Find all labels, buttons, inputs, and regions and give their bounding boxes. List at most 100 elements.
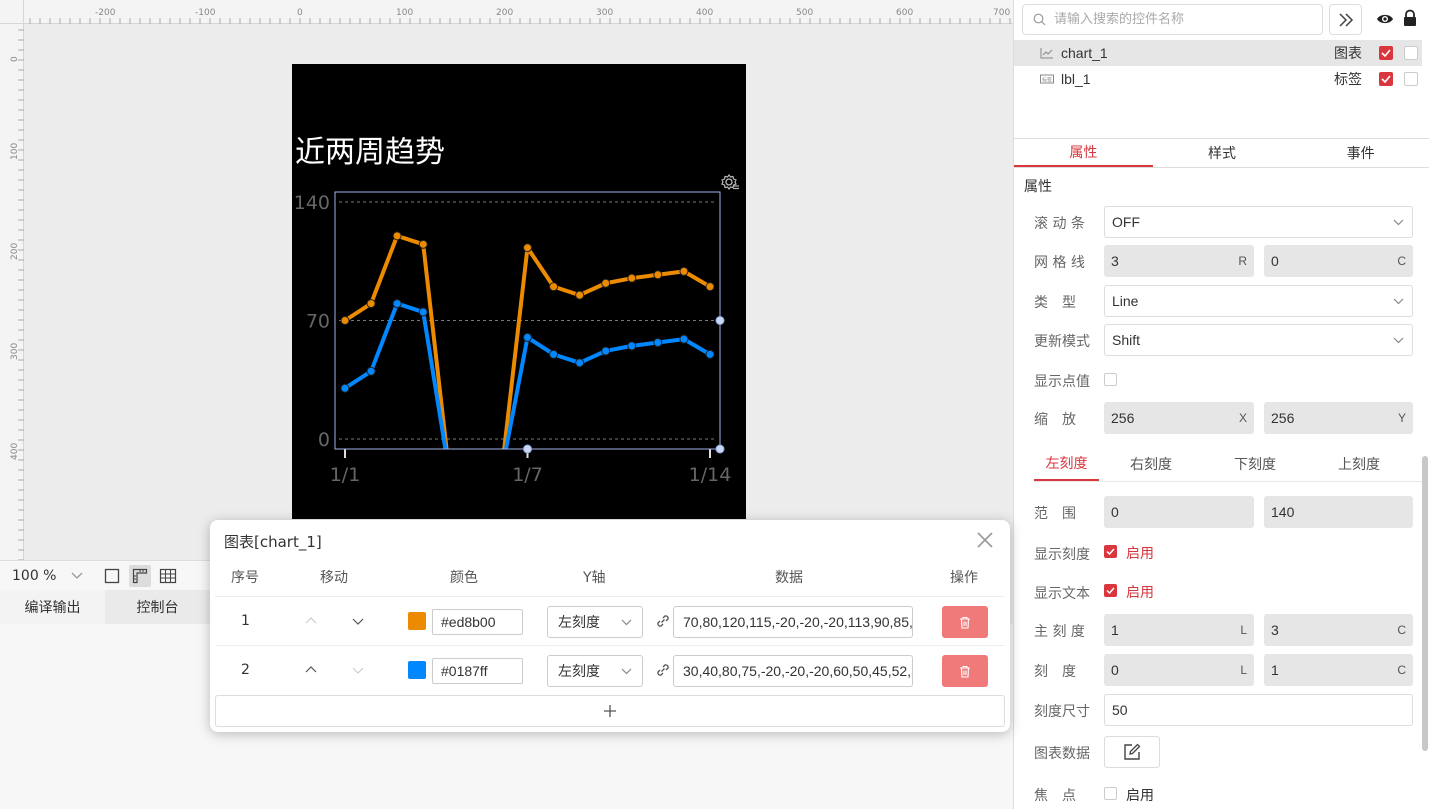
update-mode-select[interactable]: Shift — [1104, 324, 1413, 356]
prop-label: 显示刻度 — [1034, 547, 1090, 563]
series-data-input[interactable]: 70,80,120,115,-20,-20,-20,113,90,85,92,9… — [673, 606, 913, 638]
prop-label: 焦 点 — [1034, 788, 1076, 804]
resize-handle[interactable] — [715, 316, 725, 325]
tab-styles[interactable]: 样式 — [1153, 139, 1292, 167]
type-select[interactable]: Line — [1104, 285, 1413, 317]
delete-row-button[interactable] — [942, 655, 988, 687]
gear-icon[interactable] — [720, 172, 740, 192]
chevron-down-icon — [1393, 219, 1404, 225]
input-value: 1 — [1111, 622, 1119, 638]
prop-row-show-text: 显示文本 启用 — [1014, 576, 1424, 608]
chevron-down-icon[interactable] — [352, 615, 364, 627]
range-min-input[interactable]: 0 — [1104, 496, 1254, 528]
focus-checkbox[interactable] — [1104, 787, 1117, 800]
lock-icon[interactable] — [1402, 9, 1418, 27]
frame-toggle-button[interactable] — [101, 565, 123, 587]
data-point — [601, 346, 611, 356]
grid-icon — [159, 568, 177, 583]
input-suffix: R — [1238, 254, 1247, 268]
layer-type: 图表 — [1334, 46, 1362, 62]
color-swatch[interactable] — [408, 661, 426, 679]
show-values-checkbox[interactable] — [1104, 373, 1117, 386]
scrollbar[interactable] — [1422, 456, 1428, 751]
close-icon[interactable] — [974, 529, 996, 551]
show-ticks-checkbox[interactable] — [1104, 545, 1117, 558]
divider — [1034, 481, 1422, 482]
tab-left-scale[interactable]: 左刻度 — [1034, 447, 1099, 481]
eye-icon[interactable] — [1376, 10, 1394, 28]
expand-button[interactable] — [1329, 4, 1362, 35]
data-point — [392, 299, 402, 309]
color-swatch[interactable] — [408, 612, 426, 630]
chevron-up-icon[interactable] — [305, 615, 317, 627]
y-axis-select[interactable]: 左刻度 — [547, 606, 643, 638]
y-axis-select[interactable]: 左刻度 — [547, 655, 643, 687]
tab-console[interactable]: 控制台 — [105, 590, 210, 624]
tab-events[interactable]: 事件 — [1291, 139, 1429, 167]
edit-icon — [1124, 743, 1141, 760]
column-header: Y轴 — [583, 570, 606, 586]
layer-row-lbl-1[interactable]: 标签 lbl_1 标签 — [1014, 66, 1422, 92]
scrollbar-select[interactable]: OFF — [1104, 206, 1413, 238]
ruler-label: 0 — [297, 8, 303, 18]
grid-rows-input[interactable]: 3 R — [1104, 245, 1254, 277]
resize-handle[interactable] — [523, 444, 532, 454]
tab-top-scale[interactable]: 上刻度 — [1307, 447, 1411, 481]
layer-row-chart-1[interactable]: chart_1 图表 — [1014, 40, 1422, 66]
lock-checkbox[interactable] — [1404, 72, 1418, 86]
link-icon[interactable] — [655, 662, 671, 678]
tick-size-input[interactable]: 50 — [1104, 694, 1413, 726]
lock-checkbox[interactable] — [1404, 46, 1418, 60]
color-input[interactable]: #ed8b00 — [432, 609, 523, 635]
visible-checkbox[interactable] — [1379, 46, 1393, 60]
data-point — [340, 383, 350, 393]
enable-text: 启用 — [1126, 585, 1154, 601]
chevron-up-icon[interactable] — [305, 664, 317, 676]
chevron-down-icon — [1393, 298, 1404, 304]
ruler-label: 400 — [696, 8, 714, 18]
tab-compile-output[interactable]: 编译输出 — [0, 590, 105, 624]
grid-toggle-button[interactable] — [157, 565, 179, 587]
data-point — [627, 273, 637, 283]
row-index: 1 — [241, 613, 250, 629]
input-value: 0 — [1111, 662, 1119, 678]
tab-bottom-scale[interactable]: 下刻度 — [1203, 447, 1307, 481]
grid-cols-input[interactable]: 0 C — [1264, 245, 1413, 277]
search-input[interactable] — [1054, 12, 1304, 27]
delete-row-button[interactable] — [942, 606, 988, 638]
y-tick-label: 0 — [318, 429, 330, 451]
series-data-input[interactable]: 30,40,80,75,-20,-20,-20,60,50,45,52,55,5… — [673, 655, 913, 687]
minor-length-input[interactable]: 0 L — [1104, 654, 1254, 686]
minor-count-input[interactable]: 1 C — [1264, 654, 1413, 686]
y-tick-label: 70 — [306, 311, 330, 333]
check-icon — [1381, 49, 1391, 57]
device-screen[interactable]: 近两周趋势 140 70 0 1/1 1/7 1/14 — [292, 64, 746, 519]
visible-checkbox[interactable] — [1379, 72, 1393, 86]
layer-search[interactable] — [1022, 4, 1323, 35]
resize-handle[interactable] — [715, 444, 725, 454]
property-tabs: 属性 样式 事件 — [1014, 138, 1429, 168]
design-canvas[interactable]: -200 -100 0 100 200 300 400 500 600 700 … — [0, 0, 1013, 560]
color-input[interactable]: #0187ff — [432, 658, 523, 684]
chart-widget[interactable]: 140 70 0 1/1 1/7 1/14 — [292, 64, 746, 519]
zoom-x-input[interactable]: 256 X — [1104, 402, 1254, 434]
right-panel: chart_1 图表 标签 lbl_1 标签 属性 样式 事件 属性 滚 动 条… — [1013, 0, 1429, 809]
column-header: 操作 — [950, 570, 978, 586]
zoom-y-input[interactable]: 256 Y — [1264, 402, 1413, 434]
tab-properties[interactable]: 属性 — [1014, 139, 1153, 167]
add-series-button[interactable] — [215, 695, 1005, 727]
zoom-select[interactable]: 100 % — [0, 561, 95, 591]
ruler-label: 400 — [10, 442, 20, 460]
data-point — [653, 338, 663, 348]
major-length-input[interactable]: 1 L — [1104, 614, 1254, 646]
link-icon[interactable] — [655, 613, 671, 629]
tab-right-scale[interactable]: 右刻度 — [1099, 447, 1203, 481]
chevron-down-icon[interactable] — [352, 664, 364, 676]
ruler-toggle-button[interactable] — [129, 564, 151, 587]
show-text-checkbox[interactable] — [1104, 584, 1117, 597]
range-max-input[interactable]: 140 — [1264, 496, 1413, 528]
edit-chart-data-button[interactable] — [1104, 736, 1160, 768]
major-count-input[interactable]: 3 C — [1264, 614, 1413, 646]
chevron-down-icon — [71, 572, 83, 579]
prop-label: 显示点值 — [1034, 374, 1090, 390]
